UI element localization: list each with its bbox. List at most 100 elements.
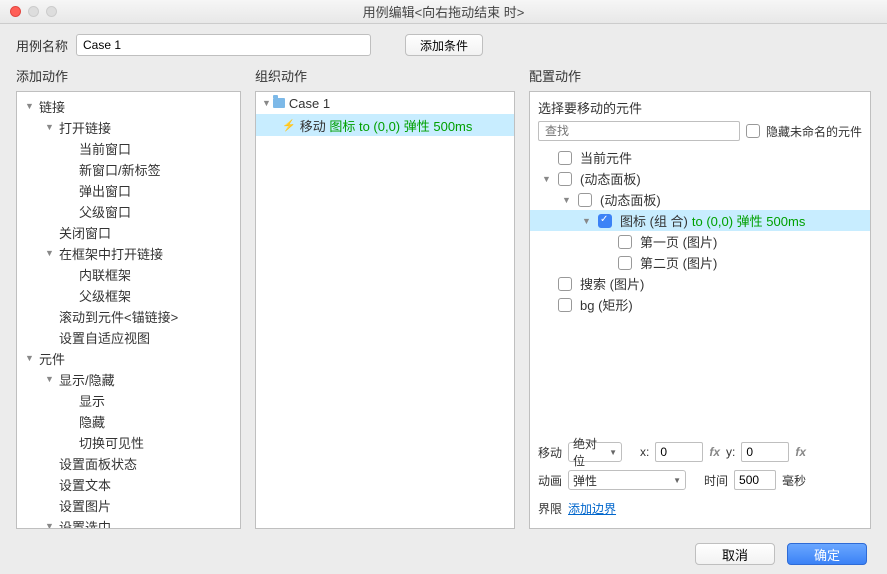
- x-label: x:: [640, 445, 649, 459]
- widget-label: (动态面板): [600, 190, 661, 209]
- caret-spacer: [65, 206, 75, 216]
- action-tree-panel: ▼链接▼打开链接当前窗口新窗口/新标签弹出窗口父级窗口关闭窗口▼在框架中打开链接…: [16, 91, 241, 529]
- add-condition-button[interactable]: 添加条件: [405, 34, 483, 56]
- case-name-label: 用例名称: [16, 36, 68, 55]
- chevron-down-icon: ▼: [45, 521, 55, 530]
- widget-checkbox[interactable]: [558, 277, 572, 291]
- cancel-button[interactable]: 取消: [695, 543, 775, 565]
- window-title: 用例编辑<向右拖动结束 时>: [0, 2, 887, 21]
- action-tree-item[interactable]: 内联框架: [17, 264, 240, 285]
- caret-spacer: [65, 290, 75, 300]
- tree-item-label: 设置图片: [57, 496, 111, 515]
- columns: 添加动作 ▼链接▼打开链接当前窗口新窗口/新标签弹出窗口父级窗口关闭窗口▼在框架…: [16, 66, 871, 529]
- widget-tree-item[interactable]: 第二页 (图片): [530, 252, 870, 273]
- time-input[interactable]: [734, 470, 776, 490]
- action-tree-item[interactable]: 滚动到元件<锚链接>: [17, 306, 240, 327]
- y-input[interactable]: [741, 442, 789, 462]
- action-tree-item[interactable]: 新窗口/新标签: [17, 159, 240, 180]
- widget-checkbox[interactable]: [618, 256, 632, 270]
- action-tree-item[interactable]: 切换可见性: [17, 432, 240, 453]
- action-tree-item[interactable]: ▼元件: [17, 348, 240, 369]
- widget-label: 第一页 (图片): [640, 232, 717, 251]
- caret-spacer: [65, 143, 75, 153]
- action-tree-item[interactable]: 关闭窗口: [17, 222, 240, 243]
- ok-button[interactable]: 确定: [787, 543, 867, 565]
- org-root-row[interactable]: ▼ Case 1: [256, 92, 514, 114]
- dialog-footer: 取消 确定: [0, 534, 887, 574]
- tree-item-label: 父级窗口: [77, 202, 131, 221]
- x-input[interactable]: [655, 442, 703, 462]
- zoom-window-icon: [46, 6, 57, 17]
- org-action-header: 组织动作: [255, 66, 515, 85]
- widget-tree-item[interactable]: 当前元件: [530, 147, 870, 168]
- move-mode-dropdown[interactable]: 绝对位▼: [568, 442, 622, 462]
- chevron-down-icon: ▼: [562, 195, 574, 205]
- widget-tree: 当前元件▼(动态面板)▼(动态面板)▼图标 (组 合) to (0,0) 弹性 …: [530, 145, 870, 432]
- fx-y-button[interactable]: fx: [795, 445, 806, 459]
- caret-spacer: [65, 164, 75, 174]
- caret-spacer: [65, 269, 75, 279]
- widget-checkbox[interactable]: [598, 214, 612, 228]
- action-tree-item[interactable]: ▼打开链接: [17, 117, 240, 138]
- org-action-row[interactable]: ⚡ 移动 图标 to (0,0) 弹性 500ms: [256, 114, 514, 136]
- widget-checkbox[interactable]: [618, 235, 632, 249]
- action-tree-item[interactable]: 设置自适应视图: [17, 327, 240, 348]
- action-tree: ▼链接▼打开链接当前窗口新窗口/新标签弹出窗口父级窗口关闭窗口▼在框架中打开链接…: [17, 92, 240, 529]
- hide-unnamed-label: 隐藏未命名的元件: [766, 123, 862, 140]
- folder-icon: [273, 98, 285, 108]
- widget-checkbox[interactable]: [558, 151, 572, 165]
- widget-search-input[interactable]: [538, 121, 740, 141]
- widget-tree-item[interactable]: 第一页 (图片): [530, 231, 870, 252]
- widget-label: 当前元件: [580, 148, 632, 167]
- widget-tree-item[interactable]: 搜索 (图片): [530, 273, 870, 294]
- widget-checkbox[interactable]: [578, 193, 592, 207]
- fx-x-button[interactable]: fx: [709, 445, 720, 459]
- action-tree-item[interactable]: 弹出窗口: [17, 180, 240, 201]
- move-mode-value: 绝对位: [573, 435, 605, 469]
- tree-item-label: 弹出窗口: [77, 181, 131, 200]
- tree-item-label: 父级框架: [77, 286, 131, 305]
- tree-item-label: 显示: [77, 391, 105, 410]
- chevron-down-icon: ▼: [45, 248, 55, 258]
- widget-tree-item[interactable]: ▼ (动态面板): [530, 168, 870, 189]
- tree-item-label: 切换可见性: [77, 433, 144, 452]
- action-tree-item[interactable]: 设置面板状态: [17, 453, 240, 474]
- hide-unnamed-checkbox[interactable]: [746, 124, 760, 138]
- action-tree-item[interactable]: 当前窗口: [17, 138, 240, 159]
- widget-checkbox[interactable]: [558, 172, 572, 186]
- action-tree-item[interactable]: 隐藏: [17, 411, 240, 432]
- action-tree-item[interactable]: 显示: [17, 390, 240, 411]
- chevron-down-icon: ▼: [45, 374, 55, 384]
- config-top: 选择要移动的元件 隐藏未命名的元件: [530, 92, 870, 145]
- widget-tree-item[interactable]: ▼ (动态面板): [530, 189, 870, 210]
- chevron-down-icon: ▼: [542, 174, 554, 184]
- case-name-input[interactable]: [76, 34, 371, 56]
- widget-tree-item[interactable]: ▼图标 (组 合) to (0,0) 弹性 500ms: [530, 210, 870, 231]
- tree-item-label: 设置选中: [57, 517, 111, 529]
- action-tree-item[interactable]: 父级窗口: [17, 201, 240, 222]
- tree-item-label: 打开链接: [57, 118, 111, 137]
- tree-item-label: 设置文本: [57, 475, 111, 494]
- widget-label: 图标 (组 合): [620, 211, 688, 230]
- select-widget-label: 选择要移动的元件: [538, 98, 862, 117]
- action-tree-item[interactable]: 设置文本: [17, 474, 240, 495]
- action-tree-item[interactable]: 父级框架: [17, 285, 240, 306]
- action-tree-item[interactable]: ▼显示/隐藏: [17, 369, 240, 390]
- tree-item-label: 链接: [37, 97, 65, 116]
- add-bounds-link[interactable]: 添加边界: [568, 500, 616, 517]
- action-tree-item[interactable]: ▼链接: [17, 96, 240, 117]
- widget-checkbox[interactable]: [558, 298, 572, 312]
- anim-mode-value: 弹性: [573, 472, 597, 489]
- widget-label: (动态面板): [580, 169, 641, 188]
- titlebar: 用例编辑<向右拖动结束 时>: [0, 0, 887, 24]
- action-tree-item[interactable]: ▼在框架中打开链接: [17, 243, 240, 264]
- caret-spacer: [45, 479, 55, 489]
- action-tree-item[interactable]: ▼设置选中: [17, 516, 240, 529]
- config-action-column: 配置动作 选择要移动的元件 隐藏未命名的元件 当前元件▼(动态面板)▼(动态面板…: [529, 66, 871, 529]
- bounds-row: 界限 添加边界: [538, 494, 862, 522]
- widget-tree-item[interactable]: bg (矩形): [530, 294, 870, 315]
- anim-mode-dropdown[interactable]: 弹性▼: [568, 470, 686, 490]
- org-action-prefix: 移动: [300, 116, 326, 135]
- action-tree-item[interactable]: 设置图片: [17, 495, 240, 516]
- close-window-icon[interactable]: [10, 6, 21, 17]
